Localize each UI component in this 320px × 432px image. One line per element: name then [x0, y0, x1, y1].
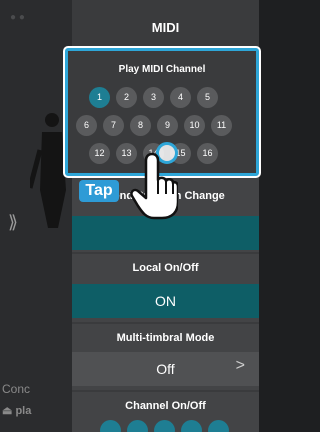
- channel-button[interactable]: 10: [184, 115, 205, 136]
- channel-button[interactable]: 16: [197, 143, 218, 164]
- send-program-change-button[interactable]: [72, 216, 259, 250]
- channel-on-off-label: Channel On/Off: [125, 400, 206, 412]
- background-status-icons: ● ●: [10, 12, 25, 23]
- channel-button[interactable]: 11: [211, 115, 232, 136]
- local-on-off-label: Local On/Off: [132, 262, 199, 274]
- channel-button[interactable]: 8: [130, 115, 151, 136]
- multi-timbral-value: Off: [156, 361, 175, 377]
- channel-button[interactable]: 3: [143, 87, 164, 108]
- channel-button[interactable]: 2: [116, 87, 137, 108]
- channel-button[interactable]: 9: [157, 115, 178, 136]
- play-midi-channel-label: Play MIDI Channel: [118, 64, 206, 75]
- tap-label-badge: Tap: [79, 180, 119, 202]
- multi-timbral-label: Multi-timbral Mode: [116, 332, 215, 344]
- background-play-label: ⏏ pla: [2, 405, 32, 417]
- channel-button[interactable]: 5: [197, 87, 218, 108]
- page-title: MIDI: [151, 20, 180, 35]
- channel-button[interactable]: 7: [103, 115, 124, 136]
- channel-button[interactable]: 12: [89, 143, 110, 164]
- local-on-off-value: ON: [155, 293, 176, 309]
- pointing-hand-icon: [130, 152, 178, 220]
- expand-chevron-icon[interactable]: ⟫: [8, 212, 18, 233]
- chevron-right-icon: >: [235, 357, 245, 374]
- performer-silhouette-icon: [30, 113, 66, 228]
- channel-button[interactable]: 4: [170, 87, 191, 108]
- background-section-label: Conc: [2, 382, 31, 396]
- channel-button-selected[interactable]: 1: [89, 87, 110, 108]
- channel-button[interactable]: 6: [76, 115, 97, 136]
